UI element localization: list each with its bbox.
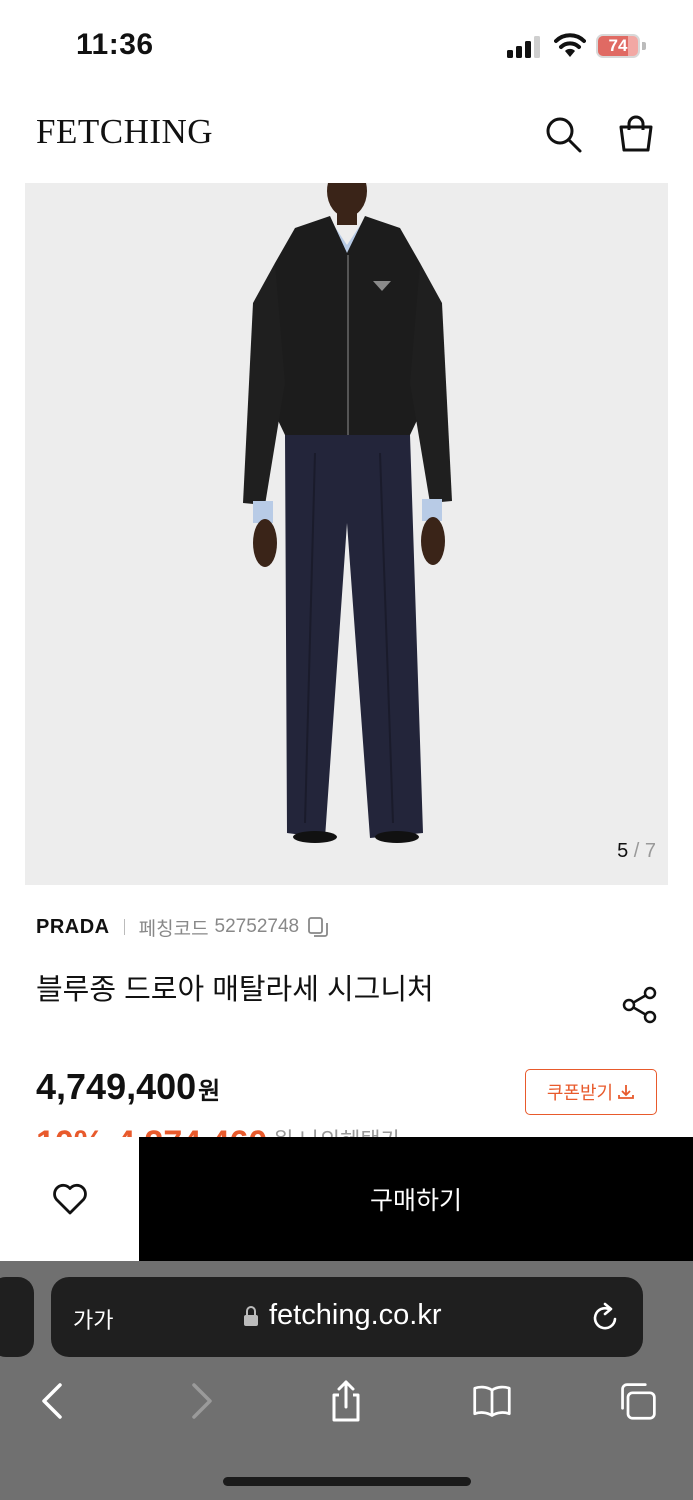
shopping-bag-icon[interactable] — [616, 114, 656, 154]
coupon-label: 쿠폰받기 — [546, 1083, 614, 1103]
image-counter-separator: / — [633, 840, 640, 862]
status-bar: 11:36 74 — [0, 0, 693, 92]
product-title: 블루종 드로아 매탈라세 시그니처 — [36, 974, 434, 1006]
image-counter-total: 7 — [644, 840, 656, 862]
brand-name[interactable]: PRADA — [36, 916, 110, 939]
url-text: fetching.co.kr — [269, 1299, 442, 1331]
site-header: FETCHING — [0, 92, 693, 182]
image-counter-current: 5 — [617, 840, 629, 862]
cellular-signal-icon — [507, 36, 540, 58]
battery-body: 74 — [596, 34, 640, 58]
image-counter: 5 / 7 — [617, 840, 656, 863]
app-page: 11:36 74 FETCHING 5 / 7 PRADA 페칭코드 52752… — [0, 0, 693, 1500]
back-icon[interactable] — [32, 1379, 72, 1423]
address-bar[interactable]: 가가 fetching.co.kr — [51, 1277, 643, 1357]
wishlist-button[interactable] — [0, 1137, 139, 1261]
forward-icon[interactable] — [182, 1379, 222, 1423]
heart-icon — [52, 1183, 87, 1215]
status-time: 11:36 — [76, 28, 154, 61]
site-logo[interactable]: FETCHING — [36, 112, 213, 152]
previous-tab-peek[interactable] — [0, 1277, 34, 1357]
tabs-icon[interactable] — [618, 1379, 658, 1423]
browser-chrome: 가가 fetching.co.kr — [0, 1261, 693, 1500]
price-unit: 원 — [198, 1078, 221, 1105]
price-value: 4,749,400 — [36, 1066, 197, 1107]
reload-icon[interactable] — [591, 1301, 621, 1333]
home-indicator — [223, 1477, 471, 1486]
product-image[interactable]: 5 / 7 — [25, 183, 668, 885]
fetching-code-label: 페칭코드 — [138, 918, 209, 940]
purchase-action-bar: 구매하기 — [0, 1137, 693, 1261]
fetching-code-value: 52752748 — [214, 916, 300, 937]
battery-level: 74 — [608, 36, 628, 55]
bookmarks-icon[interactable] — [472, 1379, 512, 1423]
battery-icon: 74 — [596, 34, 646, 58]
lock-icon — [244, 1306, 258, 1326]
reader-settings-button[interactable]: 가가 — [73, 1303, 113, 1335]
search-icon[interactable] — [543, 114, 583, 154]
battery-tip — [642, 42, 646, 50]
brand-row: PRADA 페칭코드 52752748 — [36, 913, 329, 941]
product-price: 4,749,400 원 — [36, 1066, 220, 1108]
download-icon — [618, 1085, 635, 1099]
wifi-icon — [554, 33, 586, 57]
share-sheet-icon[interactable] — [326, 1379, 366, 1423]
buy-button[interactable]: 구매하기 — [139, 1137, 693, 1261]
coupon-button[interactable]: 쿠폰받기 — [525, 1069, 657, 1115]
model-photo — [243, 183, 452, 843]
benefit-price-row: 10% 4,274,460 원 나의혜택가 — [36, 1122, 401, 1138]
copy-icon[interactable] — [307, 916, 329, 938]
brand-divider — [123, 919, 125, 935]
share-icon[interactable] — [622, 986, 658, 1024]
